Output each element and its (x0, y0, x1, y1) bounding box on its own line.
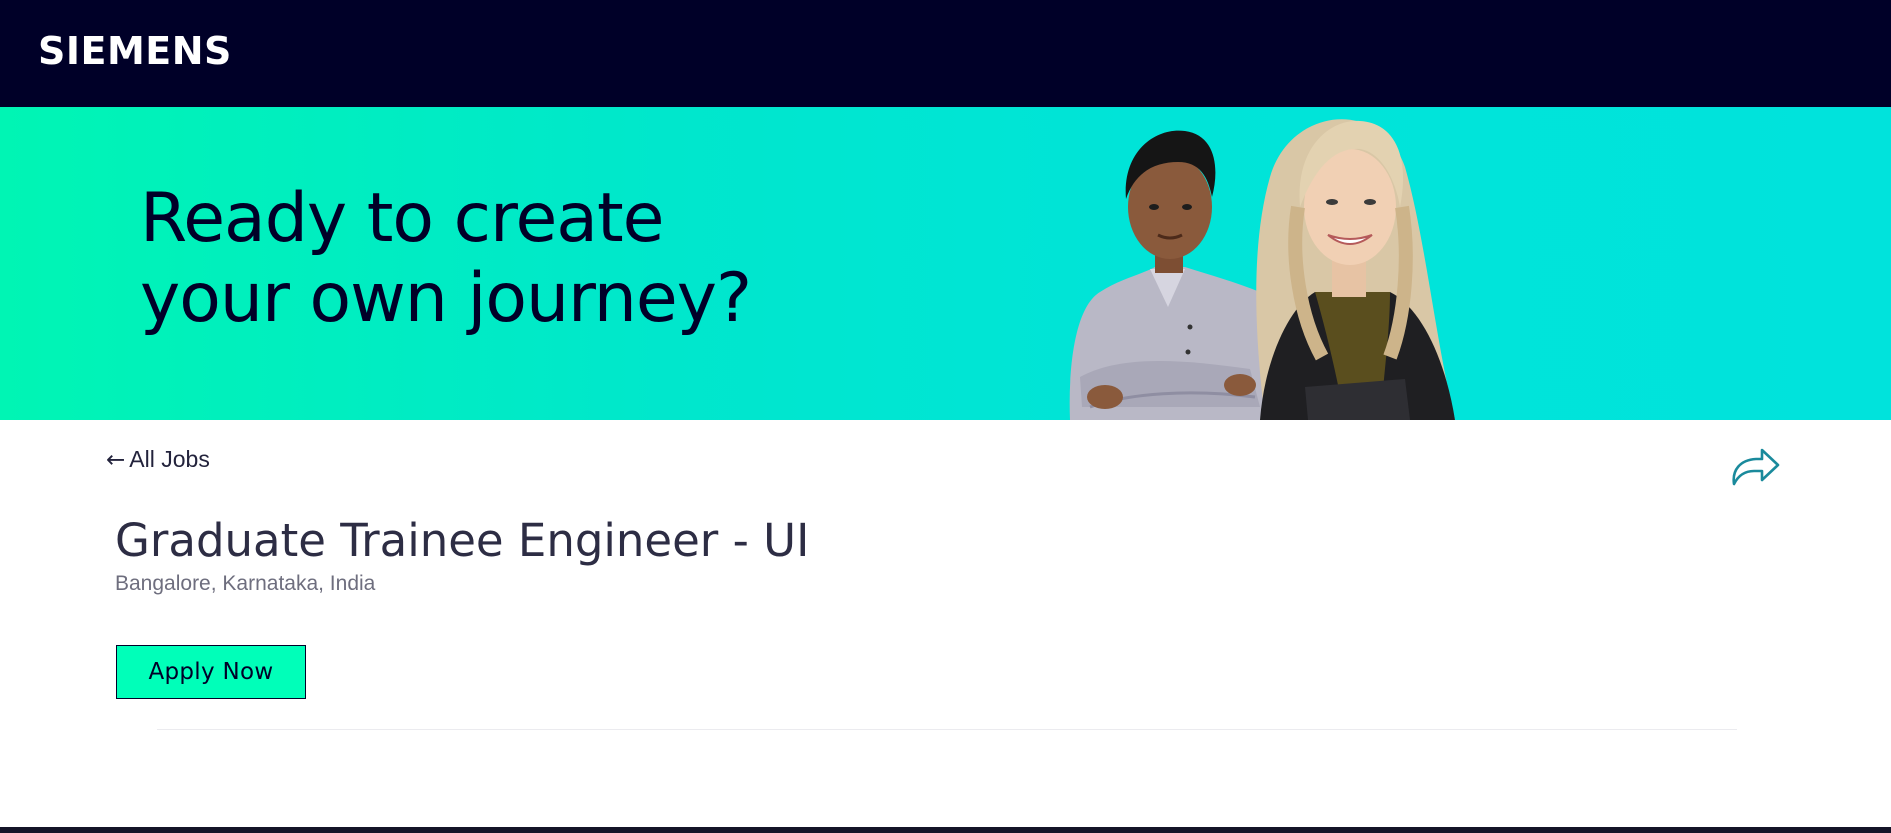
all-jobs-link[interactable]: ← All Jobs (106, 444, 210, 475)
arrow-left-icon: ← (106, 447, 126, 473)
apply-now-button[interactable]: Apply Now (116, 645, 306, 699)
woman-figure (1256, 119, 1455, 420)
footer-edge (0, 827, 1891, 833)
man-figure (1069, 130, 1273, 420)
section-divider (157, 729, 1737, 730)
share-button[interactable] (1726, 438, 1782, 494)
share-arrow-icon (1732, 448, 1780, 486)
job-title: Graduate Trainee Engineer - UI (115, 514, 810, 567)
hero-headline-line-2: your own journey? (140, 259, 752, 338)
top-header: SIEMENS (0, 0, 1891, 107)
hero-headline: Ready to create your own journey? (140, 179, 752, 339)
hero-banner: Ready to create your own journey? (0, 107, 1891, 420)
all-jobs-label: All Jobs (129, 446, 210, 472)
hero-headline-line-1: Ready to create (140, 179, 664, 258)
hero-people-image (1069, 119, 1455, 420)
job-location: Bangalore, Karnataka, India (115, 572, 376, 595)
siemens-logo[interactable]: SIEMENS (38, 26, 232, 76)
